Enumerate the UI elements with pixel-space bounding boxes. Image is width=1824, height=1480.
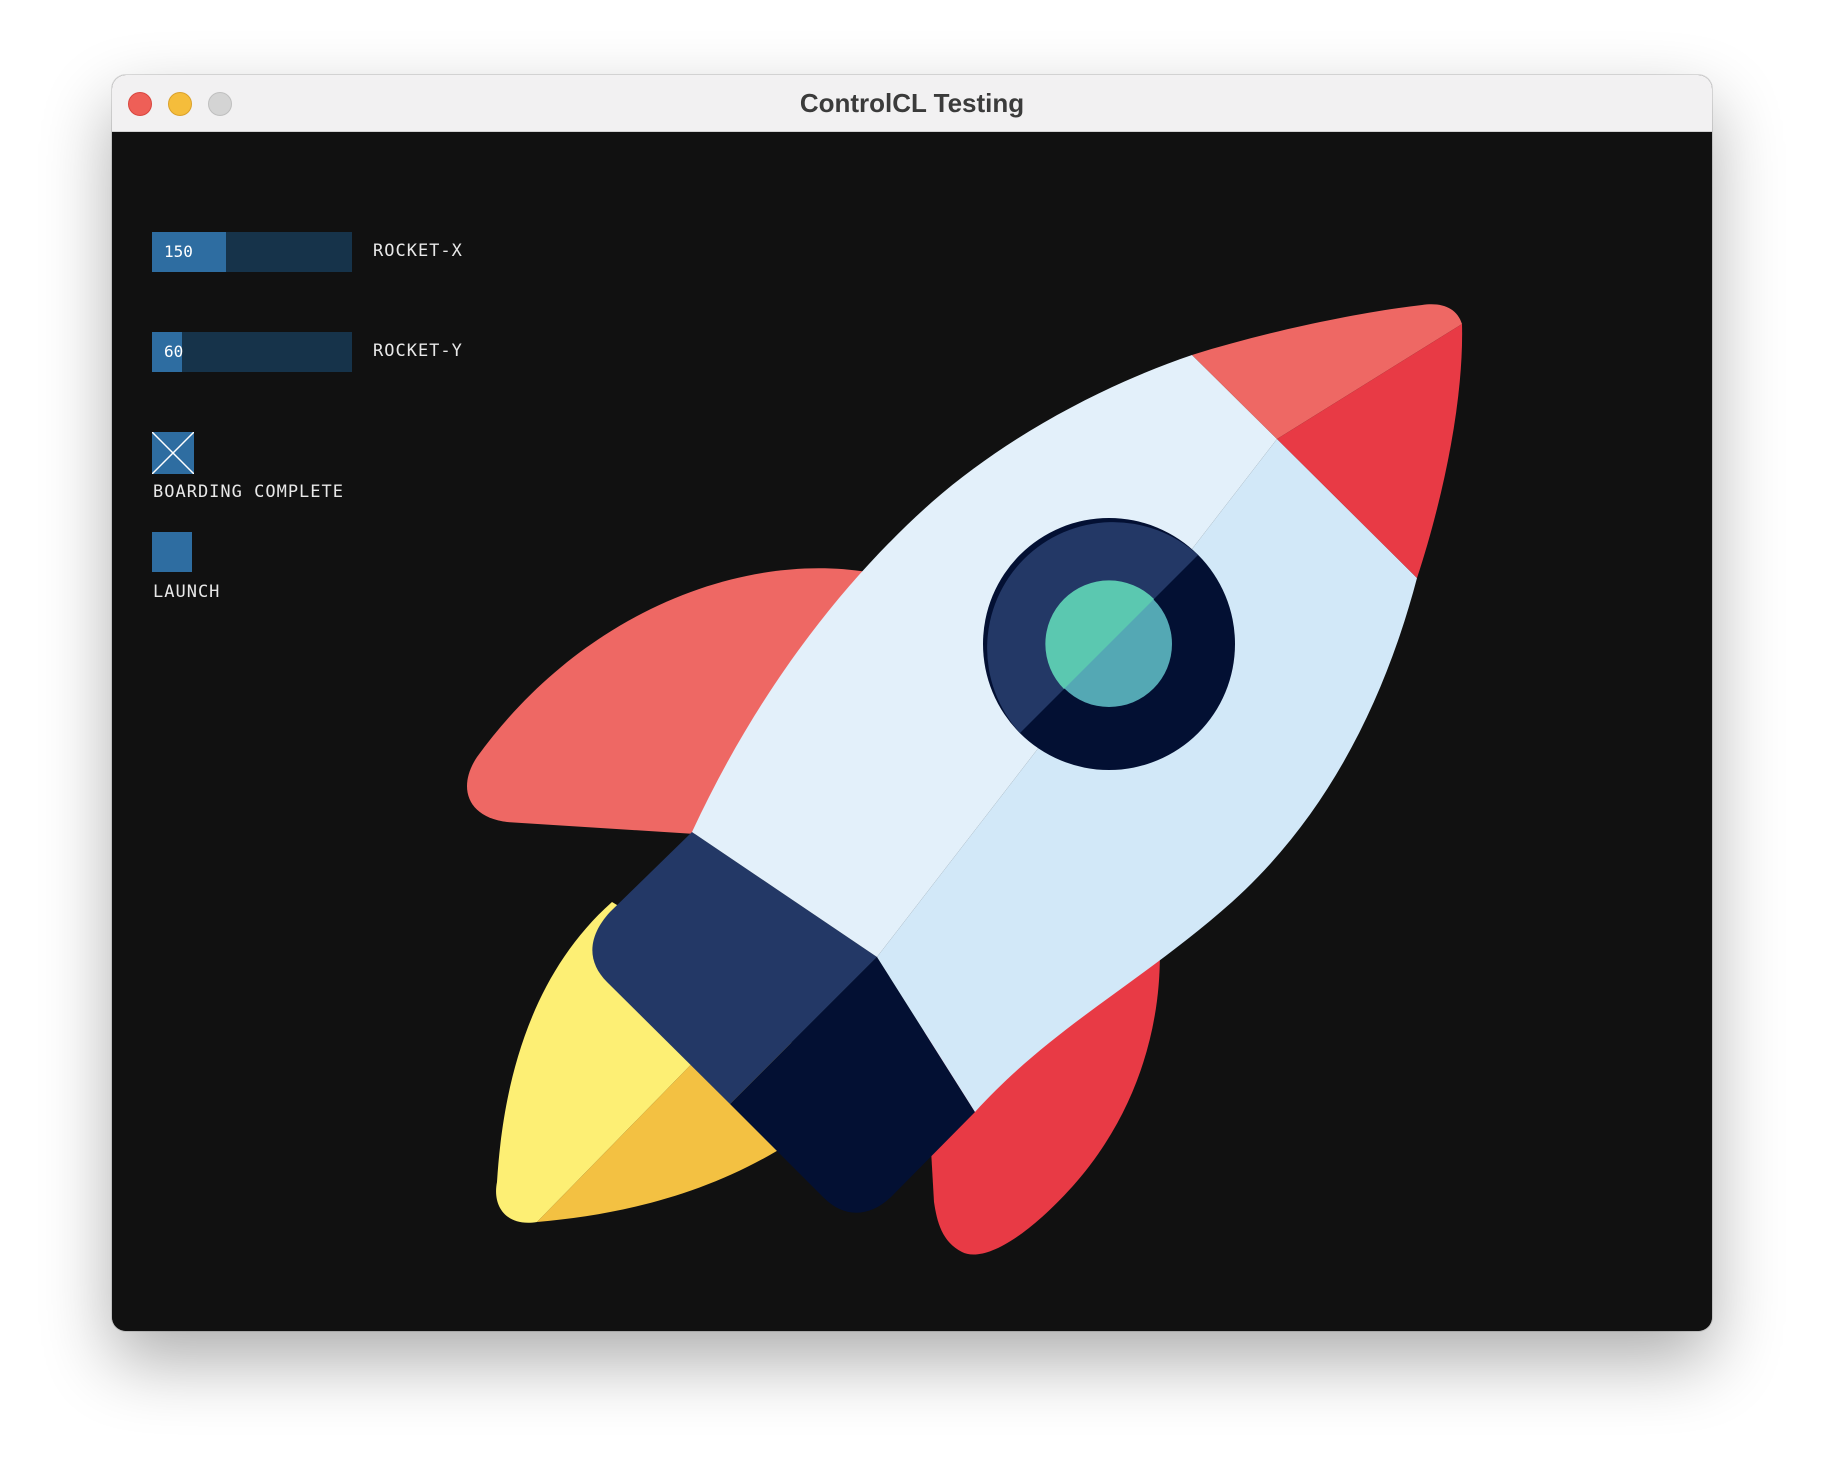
rocket-x-label: ROCKET-X [373, 241, 463, 261]
rocket-x-value: 150 [164, 242, 193, 261]
app-window: ControlCL Testing 150 ROCKET-X 60 ROCKET… [112, 75, 1712, 1331]
boarding-complete-toggle[interactable] [151, 431, 195, 475]
launch-button[interactable] [152, 532, 192, 572]
rocket-y-label: ROCKET-Y [373, 341, 463, 361]
rocket-y-slider[interactable]: 60 [152, 332, 352, 372]
sketch-canvas[interactable]: 150 ROCKET-X 60 ROCKET-Y BOARDING COMPLE… [112, 132, 1712, 1331]
boarding-complete-label: BOARDING COMPLETE [153, 482, 344, 502]
launch-label: LAUNCH [153, 582, 221, 602]
window-title: ControlCL Testing [799, 88, 1025, 118]
rocket-x-slider[interactable]: 150 [152, 232, 352, 272]
checkmark-x-icon [151, 431, 195, 475]
rocket-icon [467, 304, 1463, 1255]
rocket-y-value: 60 [164, 342, 184, 361]
title-bar: ControlCL Testing [112, 75, 1712, 132]
